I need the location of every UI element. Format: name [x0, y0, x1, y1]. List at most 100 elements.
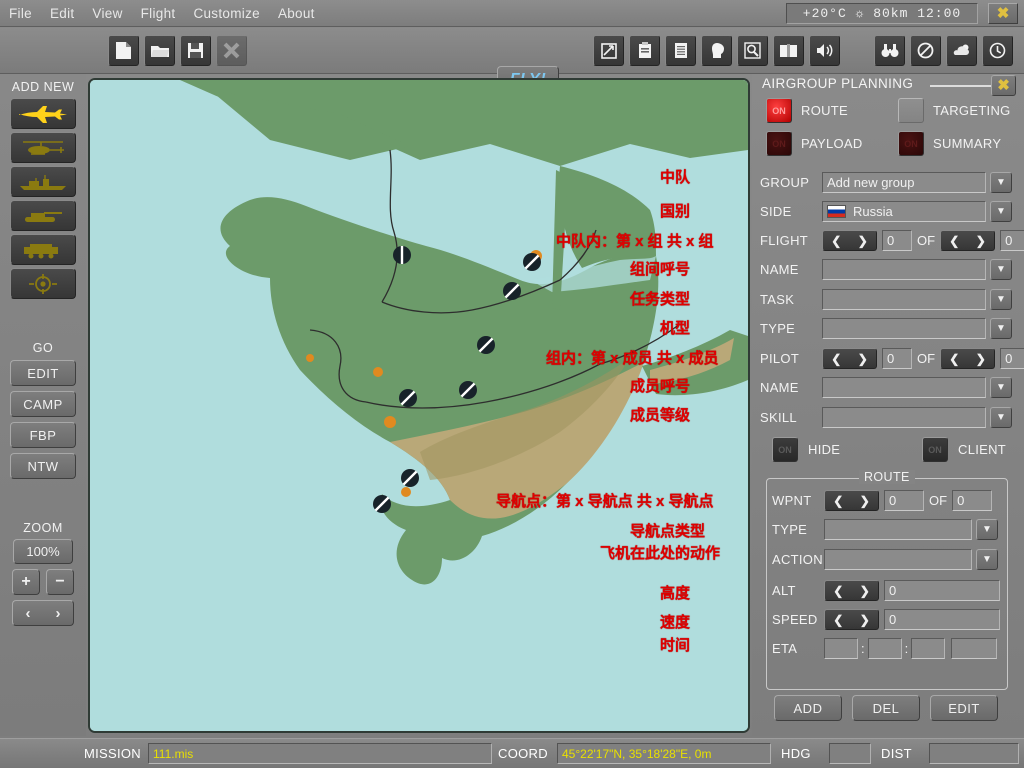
menu-item-file[interactable]: File — [0, 4, 41, 23]
flight-name-dropdown-button[interactable]: ▼ — [990, 259, 1012, 280]
pilot-total-stepper[interactable]: ❮ ❯ — [940, 348, 995, 369]
route-lamp[interactable]: ON — [766, 98, 792, 123]
pilot-name-dropdown-button[interactable]: ▼ — [990, 377, 1012, 398]
route-type-dropdown-button[interactable]: ▼ — [976, 519, 998, 540]
type-dropdown-button[interactable]: ▼ — [990, 318, 1012, 339]
pilot-button[interactable] — [701, 35, 732, 66]
window-close-button[interactable]: ✖ — [988, 3, 1018, 24]
payload-label: PAYLOAD — [801, 136, 863, 151]
inspect-button[interactable] — [737, 35, 768, 66]
view-binoculars-button[interactable] — [874, 35, 905, 66]
go-edit-button[interactable]: EDIT — [10, 360, 76, 386]
pilot-row: PILOT ❮ ❯ 0 OF ❮ ❯ 0 — [760, 348, 1024, 369]
route-action-label: ACTION — [772, 552, 824, 567]
time-button[interactable] — [982, 35, 1013, 66]
weather-button[interactable] — [946, 35, 977, 66]
mission-properties-button[interactable] — [593, 35, 624, 66]
client-toggle-row[interactable]: ON CLIENT — [922, 437, 1006, 462]
eta-extra-input[interactable] — [951, 638, 997, 659]
annot-speed: 速度 — [660, 615, 690, 631]
side-dropdown-button[interactable]: ▼ — [990, 201, 1012, 222]
chevron-down-icon: ▼ — [996, 412, 1006, 423]
pilot-stepper[interactable]: ❮ ❯ — [822, 348, 877, 369]
add-aircraft-button[interactable] — [10, 98, 76, 129]
menu-item-flight[interactable]: Flight — [132, 4, 185, 23]
debriefing-button[interactable] — [665, 35, 696, 66]
mode-targeting[interactable]: TARGETING — [898, 98, 1011, 123]
chevron-down-icon: ▼ — [996, 323, 1006, 334]
eta-minutes-input[interactable] — [868, 638, 902, 659]
route-action-dropdown-button[interactable]: ▼ — [976, 549, 998, 570]
summary-lamp[interactable]: ON — [898, 131, 924, 156]
manual-button[interactable] — [773, 35, 804, 66]
open-mission-button[interactable] — [144, 35, 175, 66]
map-nav-buttons[interactable]: ‹ › — [12, 600, 74, 626]
route-label: ROUTE — [801, 103, 848, 118]
close-mission-button[interactable] — [216, 35, 247, 66]
menu-item-customize[interactable]: Customize — [184, 4, 268, 23]
panel-close-button[interactable]: ✖ — [991, 75, 1016, 96]
client-toggle[interactable]: ON — [922, 437, 948, 462]
new-mission-button[interactable] — [108, 35, 139, 66]
speed-stepper[interactable]: ❮ ❯ — [824, 609, 879, 630]
mode-route[interactable]: ON ROUTE — [766, 98, 848, 123]
menu-item-view[interactable]: View — [83, 4, 131, 23]
flight-stepper[interactable]: ❮ ❯ — [822, 230, 877, 251]
go-ntw-button[interactable]: NTW — [10, 453, 76, 479]
mode-summary[interactable]: ON SUMMARY — [898, 131, 1001, 156]
save-mission-button[interactable] — [180, 35, 211, 66]
flight-total-stepper[interactable]: ❮ ❯ — [940, 230, 995, 251]
route-add-button[interactable]: ADD — [774, 695, 842, 721]
menu-item-about[interactable]: About — [269, 4, 324, 23]
hide-toggle-row[interactable]: ON HIDE — [772, 437, 840, 462]
go-fbp-button[interactable]: FBP — [10, 422, 76, 448]
chevron-left-icon: ❮ — [831, 234, 841, 248]
no-entry-button[interactable] — [910, 35, 941, 66]
route-del-button[interactable]: DEL — [852, 695, 920, 721]
route-edit-button[interactable]: EDIT — [930, 695, 998, 721]
eta-hours-input[interactable] — [824, 638, 858, 659]
flight-name-input[interactable] — [822, 259, 986, 280]
add-ship-button[interactable] — [10, 166, 76, 197]
add-helicopter-button[interactable] — [10, 132, 76, 163]
targeting-lamp[interactable] — [898, 98, 924, 123]
add-target-button[interactable] — [10, 268, 76, 299]
task-dropdown-button[interactable]: ▼ — [990, 289, 1012, 310]
mission-filename[interactable]: 111.mis — [148, 743, 492, 764]
chevron-right-icon: ❯ — [860, 584, 870, 598]
route-type-select[interactable] — [824, 519, 972, 540]
side-select[interactable]: Russia — [822, 201, 986, 222]
group-select[interactable]: Add new group — [822, 172, 986, 193]
zoom-out-button[interactable]: − — [46, 569, 74, 595]
mode-payload[interactable]: ON PAYLOAD — [766, 131, 863, 156]
zoom-value[interactable]: 100% — [13, 539, 73, 564]
add-tank-button[interactable] — [10, 200, 76, 231]
type-select[interactable] — [822, 318, 986, 339]
wpnt-stepper[interactable]: ❮ ❯ — [824, 490, 879, 511]
skill-dropdown-button[interactable]: ▼ — [990, 407, 1012, 428]
go-camp-button[interactable]: CAMP — [10, 391, 76, 417]
chevron-right-icon: ❯ — [858, 352, 868, 366]
payload-lamp[interactable]: ON — [766, 131, 792, 156]
add-vehicle-button[interactable] — [10, 234, 76, 265]
sound-button[interactable] — [809, 35, 840, 66]
zoom-in-button[interactable]: + — [12, 569, 40, 595]
pilot-name-input[interactable] — [822, 377, 986, 398]
eta-colon-1: : — [861, 641, 865, 656]
task-select[interactable] — [822, 289, 986, 310]
pilot-index-value: 0 — [882, 348, 912, 369]
route-actions: ADD DEL EDIT — [774, 695, 998, 721]
menu-item-edit[interactable]: Edit — [41, 4, 83, 23]
map-canvas[interactable] — [88, 78, 750, 733]
alt-stepper[interactable]: ❮ ❯ — [824, 580, 879, 601]
speed-value[interactable]: 0 — [884, 609, 1000, 630]
eta-seconds-input[interactable] — [911, 638, 945, 659]
chevron-down-icon: ▼ — [996, 382, 1006, 393]
skill-select[interactable] — [822, 407, 986, 428]
alt-value[interactable]: 0 — [884, 580, 1000, 601]
route-action-select[interactable] — [824, 549, 972, 570]
group-dropdown-button[interactable]: ▼ — [990, 172, 1012, 193]
add-new-label: ADD NEW — [0, 80, 86, 94]
hide-toggle[interactable]: ON — [772, 437, 798, 462]
briefing-button[interactable] — [629, 35, 660, 66]
